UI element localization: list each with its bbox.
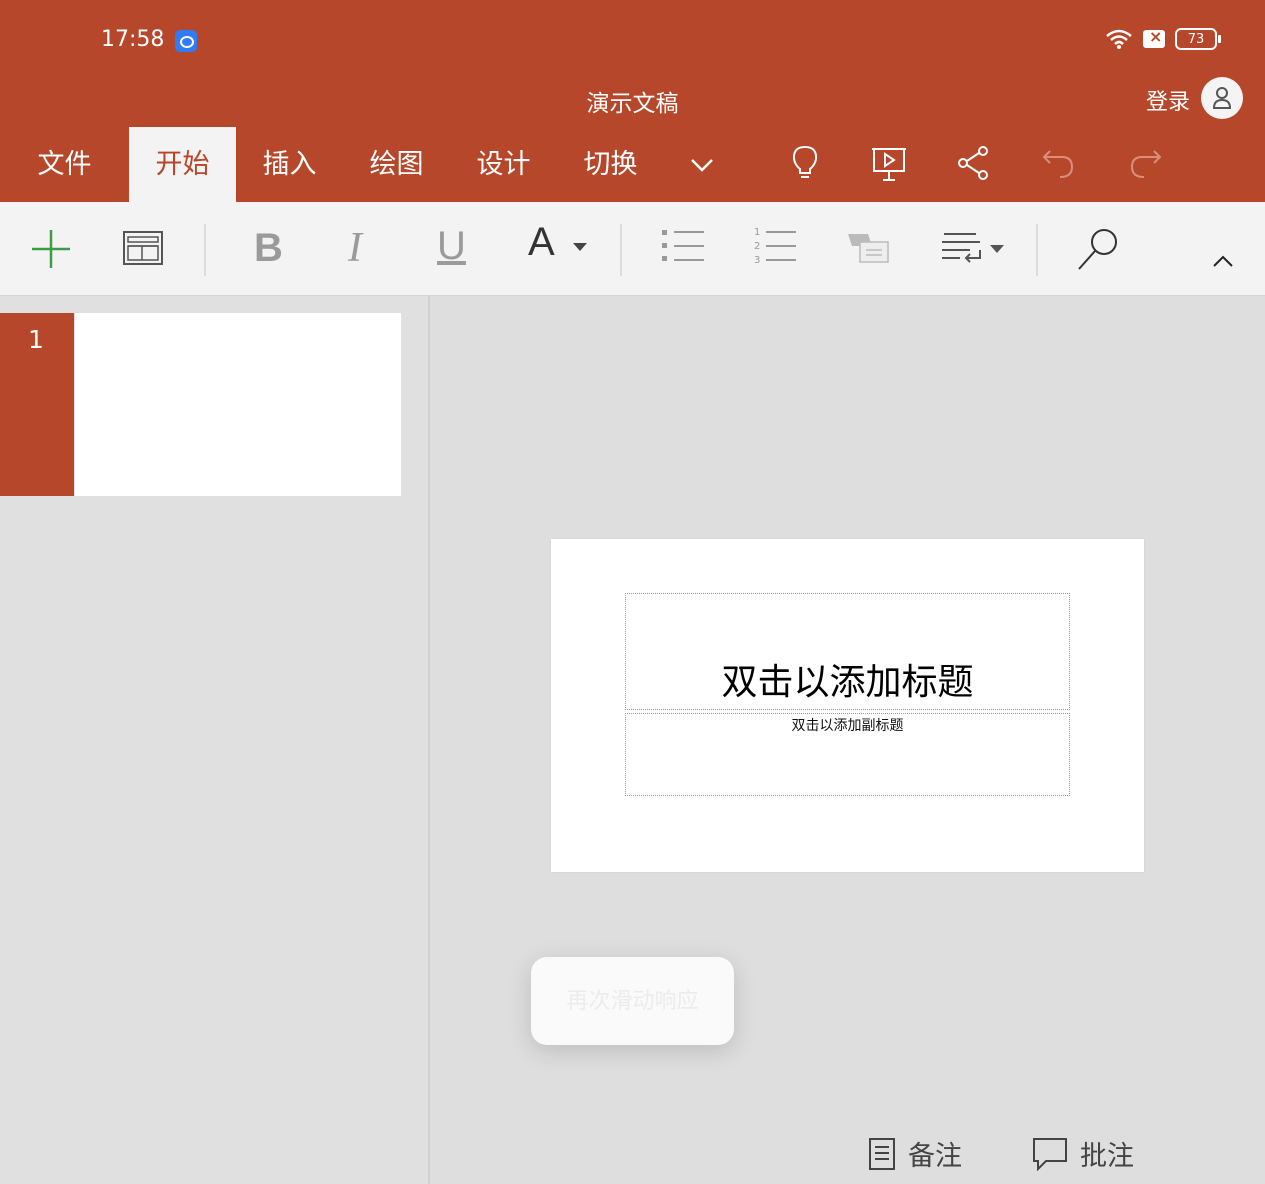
underline-icon[interactable]: U — [437, 224, 466, 269]
collapse-ribbon-icon[interactable] — [1212, 254, 1234, 268]
tab-insert[interactable]: 插入 — [236, 127, 343, 202]
italic-icon[interactable]: I — [348, 224, 362, 272]
ribbon-toolbar: B I U A 1 2 3 — [0, 202, 1265, 296]
shape-icon[interactable] — [846, 230, 890, 266]
tab-transitions[interactable]: 切换 — [557, 127, 664, 202]
comments-button[interactable]: 批注 — [1032, 1134, 1134, 1173]
font-color-icon[interactable]: A — [528, 220, 555, 265]
svg-text:1: 1 — [754, 227, 760, 238]
slide-thumbnail[interactable] — [75, 313, 401, 496]
login-button[interactable]: 登录 — [1146, 84, 1190, 116]
subtitle-placeholder[interactable]: 双击以添加副标题 — [625, 713, 1070, 796]
redo-icon[interactable] — [1126, 143, 1164, 183]
tab-design[interactable]: 设计 — [450, 127, 557, 202]
app-header: 17:58 73 演示文稿 登录 文件 开始 插入 绘图 设计 切换 — [0, 0, 1265, 202]
new-slide-icon[interactable] — [30, 228, 72, 270]
status-icons: 73 — [1105, 27, 1221, 50]
layout-icon[interactable] — [122, 230, 164, 266]
document-title: 演示文稿 — [586, 91, 679, 117]
lightbulb-icon[interactable] — [788, 143, 822, 183]
font-color-dropdown-icon[interactable] — [572, 242, 588, 252]
undo-icon[interactable] — [1040, 143, 1078, 183]
notes-button[interactable]: 备注 — [868, 1134, 962, 1173]
subtitle-placeholder-text: 双击以添加副标题 — [791, 718, 904, 734]
sim-icon — [1143, 27, 1165, 48]
chevron-down-icon[interactable] — [686, 150, 718, 182]
status-time: 17:58 — [101, 27, 165, 52]
wifi-icon — [1106, 29, 1132, 49]
title-placeholder-text: 双击以添加标题 — [721, 662, 974, 703]
text-wrap-icon[interactable] — [940, 228, 1006, 268]
bullet-list-icon[interactable] — [660, 226, 706, 266]
notes-label: 备注 — [908, 1141, 962, 1172]
share-icon[interactable] — [955, 143, 993, 183]
present-icon[interactable] — [870, 143, 908, 183]
svg-text:3: 3 — [754, 255, 760, 266]
svg-text:2: 2 — [754, 241, 760, 252]
toast-message: 再次滑动响应 — [531, 957, 734, 1045]
avatar[interactable] — [1201, 77, 1243, 119]
ribbon-tabs: 文件 开始 插入 绘图 设计 切换 — [0, 127, 760, 202]
slide-number: 1 — [28, 325, 44, 354]
title-placeholder[interactable]: 双击以添加标题 — [625, 593, 1070, 710]
app-notification-icon — [175, 30, 197, 52]
user-icon — [1212, 87, 1232, 109]
battery-icon: 73 — [1175, 28, 1221, 50]
notes-icon — [869, 1137, 895, 1170]
tab-home[interactable]: 开始 — [129, 127, 236, 202]
numbered-list-icon[interactable]: 1 2 3 — [752, 224, 798, 268]
search-icon[interactable] — [1076, 226, 1122, 272]
comment-icon — [1033, 1137, 1067, 1171]
tab-draw[interactable]: 绘图 — [343, 127, 450, 202]
bold-icon[interactable]: B — [254, 226, 283, 271]
tab-file[interactable]: 文件 — [0, 127, 129, 202]
comments-label: 批注 — [1080, 1141, 1134, 1172]
